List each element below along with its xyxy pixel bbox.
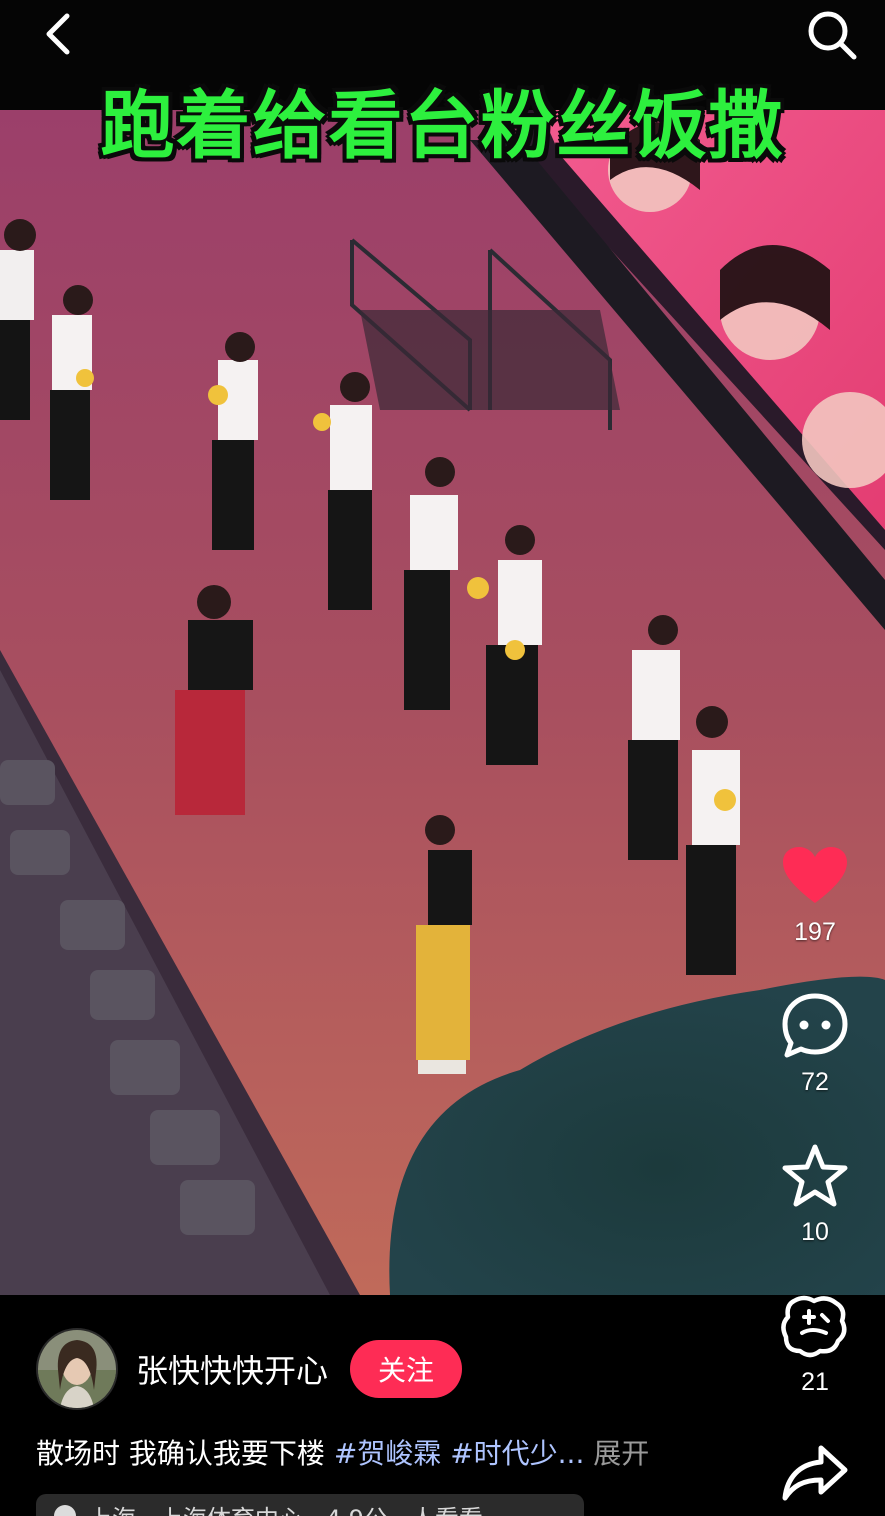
search-button[interactable] bbox=[801, 4, 863, 66]
comment-count: 72 bbox=[801, 1068, 829, 1096]
location-text: 上海 · 上海体育中心 · 4.9公 · 人看看 bbox=[88, 1499, 483, 1516]
comment-button[interactable]: 72 bbox=[745, 990, 885, 1097]
author-row: 张快快快开心 关注 bbox=[36, 1328, 463, 1410]
avatar[interactable] bbox=[36, 1328, 118, 1410]
location-pin-icon bbox=[54, 1505, 76, 1516]
chevron-left-icon bbox=[46, 13, 70, 55]
favorite-count: 10 bbox=[801, 1218, 829, 1246]
like-count: 197 bbox=[794, 918, 836, 946]
star-icon bbox=[782, 1144, 848, 1207]
share-button[interactable] bbox=[745, 1436, 885, 1508]
expand-link[interactable]: 展开 bbox=[593, 1437, 649, 1470]
like-button[interactable]: 197 bbox=[745, 840, 885, 947]
sticker-count: 21 bbox=[801, 1368, 829, 1396]
video-description: 散场时 我确认我要下楼 #贺峻霖 #时代少... 展开 bbox=[36, 1432, 736, 1472]
hashtag[interactable]: #贺峻霖 bbox=[334, 1437, 441, 1470]
location-chip[interactable]: 上海 · 上海体育中心 · 4.9公 · 人看看 bbox=[36, 1494, 584, 1516]
video-player[interactable] bbox=[0, 110, 885, 1295]
sticker-icon bbox=[781, 1295, 847, 1358]
author-name[interactable]: 张快快快开心 bbox=[136, 1346, 328, 1392]
video-caption: 跑着给看台粉丝饭撒 bbox=[100, 83, 785, 169]
avatar-image bbox=[38, 1330, 116, 1408]
heart-icon bbox=[783, 847, 847, 903]
sticker-button[interactable]: 21 bbox=[745, 1290, 885, 1397]
description-text: 散场时 我确认我要下楼 bbox=[36, 1437, 334, 1470]
back-button[interactable] bbox=[30, 6, 86, 62]
search-icon bbox=[808, 11, 857, 60]
comment-bubble-icon bbox=[782, 993, 848, 1058]
favorite-button[interactable]: 10 bbox=[745, 1140, 885, 1247]
video-feed-screen: 跑着给看台粉丝饭撒 197 72 10 21 张快快快开心 关注 散场时 我确认… bbox=[0, 0, 885, 1516]
hashtag[interactable]: #时代少... bbox=[450, 1437, 584, 1470]
share-arrow-icon bbox=[782, 1445, 848, 1501]
follow-button[interactable]: 关注 bbox=[350, 1340, 463, 1398]
concert-stage-scene bbox=[0, 110, 885, 1295]
